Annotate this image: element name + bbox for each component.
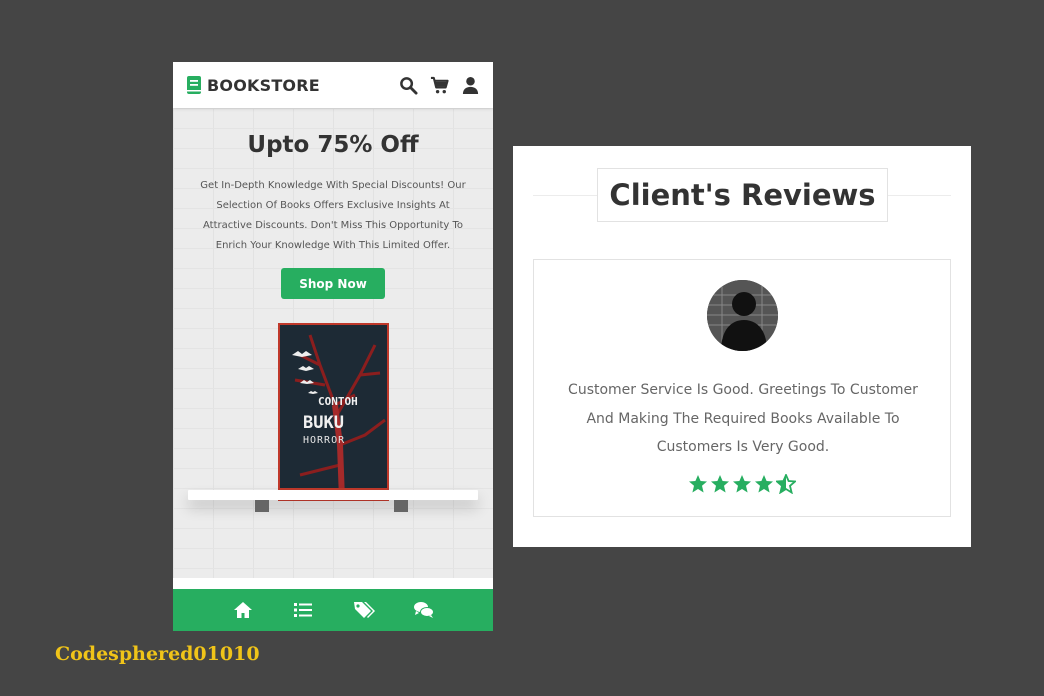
review-text: Customer Service Is Good. Greetings To C… bbox=[568, 382, 918, 455]
book-cover[interactable]: CONTOH BUKU HORROR bbox=[278, 323, 389, 501]
comments-icon[interactable] bbox=[413, 600, 434, 620]
star-icon bbox=[754, 474, 774, 494]
section-title-box: Client's Reviews bbox=[597, 168, 888, 222]
header: BOOKSTORE bbox=[173, 62, 493, 108]
book-title-line1: CONTOH bbox=[318, 395, 358, 408]
review-card: Customer Service Is Good. Greetings To C… bbox=[533, 259, 951, 517]
section-title: Client's Reviews bbox=[609, 178, 876, 212]
shelf bbox=[188, 490, 478, 500]
hero-section: Upto 75% Off Get In-Depth Knowledge With… bbox=[173, 108, 493, 578]
shelf-bracket-right bbox=[394, 500, 408, 512]
hero-title: Upto 75% Off bbox=[247, 132, 419, 158]
book-title-line3: HORROR bbox=[303, 435, 346, 446]
star-icon bbox=[688, 474, 708, 494]
list-icon[interactable] bbox=[293, 600, 313, 620]
shelf-bracket-left bbox=[255, 500, 269, 512]
star-half-icon bbox=[774, 472, 798, 495]
divider bbox=[173, 578, 493, 589]
tags-icon[interactable] bbox=[353, 600, 375, 620]
user-icon[interactable] bbox=[461, 76, 480, 95]
logo[interactable]: BOOKSTORE bbox=[186, 76, 320, 95]
shop-now-button[interactable]: Shop Now bbox=[281, 268, 385, 299]
star-rating bbox=[688, 472, 798, 495]
avatar bbox=[707, 280, 778, 351]
brand-name: BOOKSTORE bbox=[207, 75, 320, 95]
star-icon bbox=[732, 474, 752, 494]
book-title-line2: BUKU bbox=[303, 413, 344, 433]
tree-illustration bbox=[280, 325, 387, 499]
hero-description: Get In-Depth Knowledge With Special Disc… bbox=[200, 180, 466, 251]
mobile-mockup: BOOKSTORE Upto 75% Off Get In-Depth Know… bbox=[173, 62, 493, 631]
home-icon[interactable] bbox=[233, 600, 253, 620]
reviews-section: Client's Reviews Customer Service Is Goo… bbox=[513, 146, 971, 547]
book-icon bbox=[187, 76, 201, 94]
star-icon bbox=[710, 474, 730, 494]
bottom-nav bbox=[173, 589, 493, 631]
cart-icon[interactable] bbox=[430, 76, 449, 95]
search-icon[interactable] bbox=[399, 76, 418, 95]
watermark-credit: Codesphered01010 bbox=[55, 643, 260, 665]
